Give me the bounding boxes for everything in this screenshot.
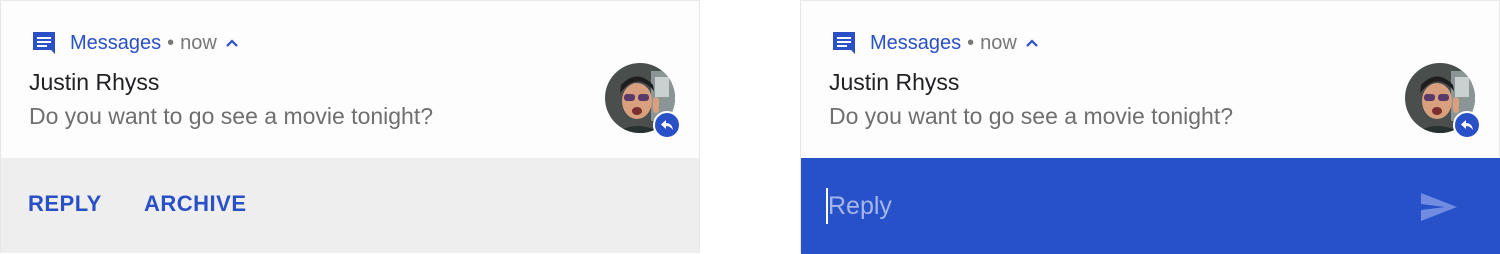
notification-header: Messages • now [831, 29, 1039, 57]
notification-card-reply[interactable]: Messages • now Justin Rhyss Do you want … [800, 0, 1500, 254]
messages-icon [33, 32, 55, 54]
text-cursor [826, 188, 828, 224]
message-text: Do you want to go see a movie tonight? [829, 103, 1234, 129]
chevron-up-icon[interactable] [1025, 38, 1039, 48]
notification-header: Messages • now [31, 29, 239, 57]
app-name: Messages [870, 31, 962, 54]
reply-button[interactable]: REPLY [28, 191, 102, 217]
timestamp: now [180, 31, 217, 54]
send-icon[interactable] [1419, 191, 1459, 223]
sender-name: Justin Rhyss [29, 69, 160, 95]
sender-name: Justin Rhyss [829, 69, 960, 95]
reply-input[interactable] [828, 188, 1388, 224]
reply-arrow-icon [1461, 120, 1473, 130]
reply-arrow-icon [661, 120, 673, 130]
reply-bar [801, 158, 1500, 254]
timestamp: now [980, 31, 1017, 54]
messages-icon [833, 32, 855, 54]
reply-badge [653, 111, 681, 139]
app-name: Messages [70, 31, 162, 54]
action-bar: REPLY ARCHIVE [1, 158, 699, 253]
notification-card-actions[interactable]: Messages • now Justin Rhyss Do you want … [0, 0, 700, 253]
reply-badge [1453, 111, 1481, 139]
chevron-up-icon[interactable] [225, 38, 239, 48]
archive-button[interactable]: ARCHIVE [144, 191, 247, 217]
separator: • [167, 31, 175, 54]
separator: • [967, 31, 975, 54]
message-text: Do you want to go see a movie tonight? [29, 103, 434, 129]
